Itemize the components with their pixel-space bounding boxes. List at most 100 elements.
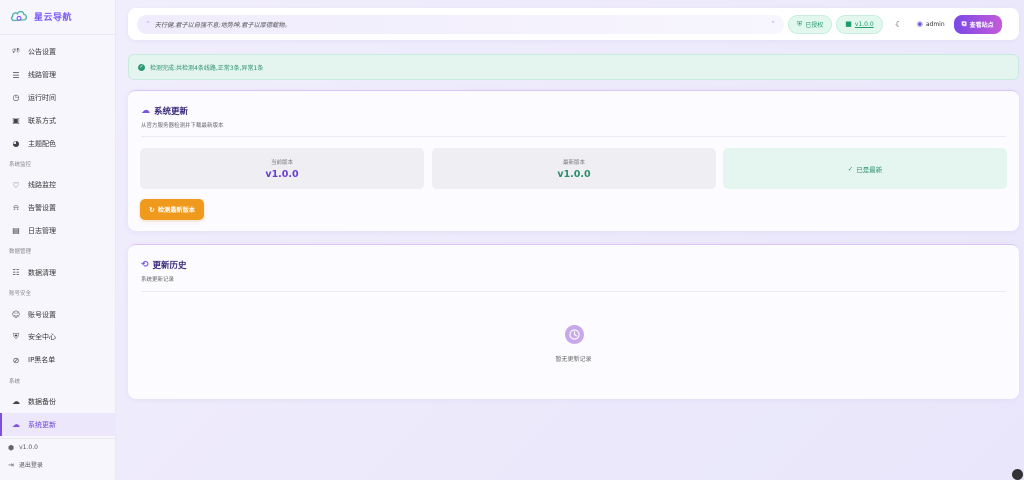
check-icon: ✓ xyxy=(847,164,854,173)
log-icon: ▤ xyxy=(12,226,20,236)
card-title: ⟲ 更新历史 xyxy=(141,259,187,271)
sidebar-item-system-update[interactable]: ☁ 系统更新 xyxy=(0,413,115,437)
empty-state-text: 暂无更新记录 xyxy=(555,356,592,363)
nav-section-title: 数据管理 xyxy=(9,249,32,256)
sidebar-item-label: 告警设置 xyxy=(28,204,56,213)
user-gear-icon: ☺ xyxy=(11,310,21,320)
username: admin xyxy=(925,20,945,28)
cloud-upload-icon: ☁ xyxy=(12,397,20,407)
latest-version-box: 最新版本 v1.0.0 xyxy=(432,148,716,189)
contact-card-icon: ▣ xyxy=(12,116,20,126)
sidebar-item-label: 系统更新 xyxy=(28,420,56,429)
sidebar-item-label: 联系方式 xyxy=(28,116,56,125)
top-bar: “ 天行健,君子以自强不息;地势坤,君子以厚德载物。 ” ⛨ 已授权 ■ v1.… xyxy=(128,8,1019,40)
check-update-button[interactable]: ↻ 检测最新版本 xyxy=(140,199,204,220)
version-badge[interactable]: ■ v1.0.0 xyxy=(836,14,883,34)
logout-button[interactable]: ⇥ 退出登录 xyxy=(0,456,115,473)
card-title: ☁ 系统更新 xyxy=(141,105,188,117)
external-link-icon: ⧉ xyxy=(961,19,967,28)
heartbeat-icon: ♡ xyxy=(12,180,20,190)
update-status-text: 已是最新 xyxy=(856,165,883,174)
update-history-card: ⟲ 更新历史 系统更新记录 暂无更新记录 xyxy=(128,244,1019,399)
sidebar-item-security[interactable]: ⛨ 安全中心 xyxy=(0,326,115,349)
user-menu[interactable]: ◉ admin xyxy=(917,20,945,28)
sidebar: 星云导航 🕫 公告设置 ☰ 线路管理 ◷ 运行时间 ▣ 联系方式 ◕ 主题配色 … xyxy=(0,0,116,480)
sidebar-item-label: IP黑名单 xyxy=(28,356,56,365)
quote-open-icon: “ xyxy=(146,20,150,28)
nav-section-title: 系统监控 xyxy=(9,161,32,168)
cloud-icon: ☁ xyxy=(141,106,150,116)
quote-banner: “ 天行健,君子以自强不息;地势坤,君子以厚德载物。 ” xyxy=(137,14,784,34)
sidebar-item-label: 线路管理 xyxy=(28,71,56,80)
sidebar-item-label: 账号设置 xyxy=(28,310,56,319)
cube-icon: ■ xyxy=(845,20,852,28)
sidebar-item-announcement[interactable]: 🕫 公告设置 xyxy=(0,41,115,64)
sidebar-item-routes[interactable]: ☰ 线路管理 xyxy=(0,64,115,87)
sidebar-item-backup[interactable]: ☁ 数据备份 xyxy=(0,391,115,414)
list-icon: ☰ xyxy=(12,70,20,80)
clock-icon: ◷ xyxy=(12,93,20,103)
check-circle-icon: ✓ xyxy=(138,63,145,71)
system-update-card: ☁ 系统更新 从官方服务器检测并下载最新版本 当前版本 v1.0.0 最新版本 … xyxy=(128,90,1019,231)
nav-section-title: 系统 xyxy=(9,378,21,385)
latest-version-value: v1.0.0 xyxy=(557,168,591,180)
sidebar-item-label: 线路监控 xyxy=(28,181,56,190)
sidebar-item-account[interactable]: ☺ 账号设置 xyxy=(0,303,115,326)
sidebar-item-label: 运行时间 xyxy=(28,93,56,102)
brand-name: 星云导航 xyxy=(34,12,73,23)
refresh-icon: ↻ xyxy=(149,205,155,214)
authorized-label: 已授权 xyxy=(805,21,824,29)
card-title-text: 系统更新 xyxy=(154,107,189,117)
cloud-icon: ☁ xyxy=(12,420,20,430)
latest-version-label: 最新版本 xyxy=(562,159,585,166)
card-title-text: 更新历史 xyxy=(152,261,187,271)
brand[interactable]: 星云导航 xyxy=(0,2,115,30)
sidebar-item-route-monitor[interactable]: ♡ 线路监控 xyxy=(0,174,115,197)
shield-icon: ⛨ xyxy=(13,332,19,342)
divider xyxy=(0,34,115,35)
current-version-label: 当前版本 xyxy=(270,159,293,166)
sidebar-item-label: 日志管理 xyxy=(28,226,56,235)
sidebar-item-contact[interactable]: ▣ 联系方式 xyxy=(0,109,115,132)
sidebar-item-theme[interactable]: ◕ 主题配色 xyxy=(0,132,115,155)
version-text: v1.0.0 xyxy=(19,444,38,451)
megaphone-icon: 🕫 xyxy=(12,46,20,56)
version-info: ⬢ v1.0.0 xyxy=(0,439,115,456)
update-status-box: ✓ 已是最新 xyxy=(723,148,1007,189)
alert-text: 检测完成:共检测4条线路,正常3条,异常1条 xyxy=(150,64,264,72)
authorized-badge[interactable]: ⛨ 已授权 xyxy=(788,14,833,34)
sidebar-item-label: 安全中心 xyxy=(28,333,56,342)
palette-icon: ◕ xyxy=(12,139,20,149)
theme-toggle-button[interactable]: ☾ xyxy=(889,15,909,34)
current-version-box: 当前版本 v1.0.0 xyxy=(140,148,424,189)
nav-section-title: 账号安全 xyxy=(9,291,32,298)
cube-icon: ⬢ xyxy=(8,443,15,452)
sidebar-item-label: 主题配色 xyxy=(28,139,56,148)
quote-text: 天行健,君子以自强不息;地势坤,君子以厚德载物。 xyxy=(154,21,291,29)
sidebar-item-logs[interactable]: ▤ 日志管理 xyxy=(0,220,115,243)
version-label: v1.0.0 xyxy=(854,20,874,28)
card-subtitle: 系统更新记录 xyxy=(141,277,175,283)
sidebar-item-alerts[interactable]: ⍾ 告警设置 xyxy=(0,197,115,220)
sidebar-item-label: 数据清理 xyxy=(28,268,56,277)
sidebar-item-data-cleanup[interactable]: ☷ 数据清理 xyxy=(0,261,115,284)
sidebar-footer: ⬢ v1.0.0 ⇥ 退出登录 xyxy=(0,438,115,480)
divider xyxy=(141,291,1006,292)
ban-icon: ⊘ xyxy=(12,355,20,365)
bell-icon: ⍾ xyxy=(13,203,19,213)
cloud-logo-icon xyxy=(10,10,27,22)
moon-icon: ☾ xyxy=(895,19,903,29)
shield-check-icon: ⛨ xyxy=(797,19,803,28)
history-icon: ⟲ xyxy=(141,260,149,270)
clock-icon xyxy=(565,325,584,344)
divider xyxy=(141,136,1006,137)
floating-widget-icon[interactable] xyxy=(1012,469,1023,480)
view-site-button[interactable]: ⧉ 查看站点 xyxy=(953,14,1002,34)
sidebar-item-ip-blacklist[interactable]: ⊘ IP黑名单 xyxy=(0,349,115,372)
logout-icon: ⇥ xyxy=(8,460,14,469)
check-update-label: 检测最新版本 xyxy=(157,207,195,214)
detection-result-alert: ✓ 检测完成:共检测4条线路,正常3条,异常1条 xyxy=(128,54,1019,80)
current-version-value: v1.0.0 xyxy=(265,168,299,180)
sidebar-item-uptime[interactable]: ◷ 运行时间 xyxy=(0,87,115,110)
sidebar-item-label: 数据备份 xyxy=(28,397,56,406)
